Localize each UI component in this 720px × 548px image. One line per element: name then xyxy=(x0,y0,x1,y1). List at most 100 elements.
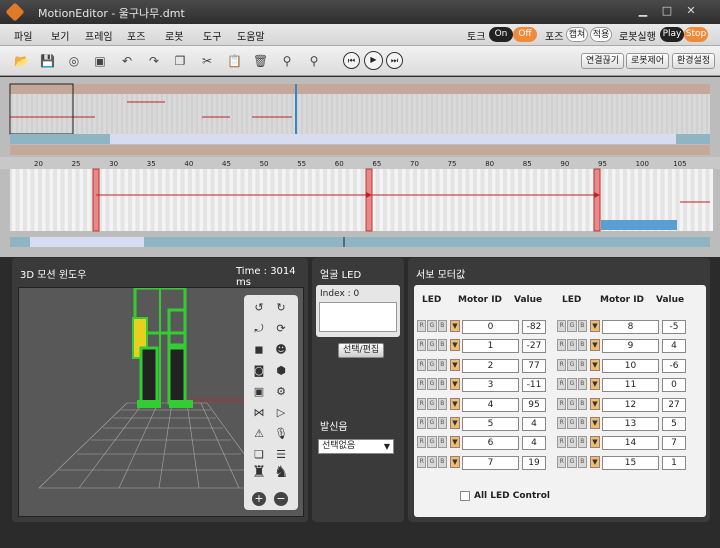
mirror-icon[interactable]: ⋈ xyxy=(252,406,266,420)
motor-id-field[interactable]: 14 xyxy=(602,436,659,451)
motor-value-field[interactable]: -6 xyxy=(662,358,686,373)
robot-front-icon[interactable]: ♜ xyxy=(252,464,266,485)
motor-dropdown-icon[interactable]: ▼ xyxy=(450,417,460,429)
delete-icon[interactable]: 🗑 xyxy=(253,54,268,68)
menu-tools[interactable]: 도구 xyxy=(203,28,221,43)
motor-dropdown-icon[interactable]: ▼ xyxy=(590,339,600,352)
menu-robot[interactable]: 로봇 xyxy=(165,28,183,43)
motor-value-field[interactable]: 95 xyxy=(522,397,546,412)
led-toggle-group[interactable]: RGB xyxy=(417,358,447,371)
motor-id-field[interactable]: 2 xyxy=(462,358,519,373)
motor-value-field[interactable]: 4 xyxy=(522,417,546,431)
motor-id-field[interactable]: 10 xyxy=(602,358,659,373)
warning-icon[interactable]: ⚠ xyxy=(252,427,266,441)
prev-icon[interactable]: ⏮ xyxy=(343,52,360,69)
menu-frame[interactable]: 프레임 xyxy=(85,28,113,43)
robot-side-icon[interactable]: ♞ xyxy=(274,464,288,485)
box-view-icon[interactable]: ◼ xyxy=(252,343,266,357)
stop-toggle[interactable]: Stop xyxy=(684,27,708,42)
motor-id-field[interactable]: 3 xyxy=(462,378,519,393)
motor-dropdown-icon[interactable]: ▼ xyxy=(590,397,600,410)
pose-apply-button[interactable]: 적용 xyxy=(590,27,612,42)
camera-icon[interactable]: ◙ xyxy=(252,364,266,378)
menu-view[interactable]: 보기 xyxy=(51,28,69,43)
timeline-canvas[interactable]: 20 25 30 35 40 45 50 55 60 65 70 75 80 85 90 95 100 105 xyxy=(0,77,720,257)
led-toggle-group[interactable]: RGB xyxy=(557,358,587,371)
motor-value-field[interactable]: 7 xyxy=(662,436,686,451)
motor-value-field[interactable]: -27 xyxy=(522,339,546,354)
minimize-button[interactable]: ▁ xyxy=(632,3,654,20)
torque-off-toggle[interactable]: Off xyxy=(513,27,537,42)
motor-value-field[interactable]: 19 xyxy=(522,455,546,470)
led-toggle-group[interactable]: RGB xyxy=(557,397,587,410)
led-toggle-group[interactable]: RGB xyxy=(417,436,447,449)
save-icon[interactable]: 💾 xyxy=(40,54,55,68)
led-toggle-group[interactable]: RGB xyxy=(417,339,447,352)
motor-dropdown-icon[interactable]: ▼ xyxy=(590,378,600,391)
motor-value-field[interactable]: 0 xyxy=(662,378,686,393)
rotate-right-icon[interactable]: ↻ xyxy=(274,301,288,315)
robot-control-button[interactable]: 로봇제어 xyxy=(626,53,670,69)
motor-value-field[interactable]: 77 xyxy=(522,358,546,373)
motor-dropdown-icon[interactable]: ▼ xyxy=(590,358,600,371)
motor-dropdown-icon[interactable]: ▼ xyxy=(590,417,600,429)
motor-dropdown-icon[interactable]: ▼ xyxy=(450,436,460,449)
search-icon[interactable]: ⚲ xyxy=(280,54,294,68)
motor-id-field[interactable]: 6 xyxy=(462,436,519,451)
motor-id-field[interactable]: 11 xyxy=(602,378,659,393)
torque-on-toggle[interactable]: On xyxy=(489,27,513,42)
close-button[interactable]: ✕ xyxy=(680,3,702,20)
zoom-icon[interactable]: ⚲ xyxy=(307,54,321,68)
motor-id-field[interactable]: 0 xyxy=(462,320,519,334)
led-toggle-group[interactable]: RGB xyxy=(557,339,587,352)
zoom-out-icon[interactable]: − xyxy=(274,492,288,506)
settings-icon[interactable]: ◎ xyxy=(67,54,81,68)
rotate-y-icon[interactable]: ⟳ xyxy=(274,322,288,336)
zoom-in-icon[interactable]: + xyxy=(252,492,266,506)
motor-id-field[interactable]: 12 xyxy=(602,397,659,412)
led-toggle-group[interactable]: RGB xyxy=(557,417,587,429)
head-view-icon[interactable]: ☻ xyxy=(274,343,288,357)
motor-value-field[interactable]: 27 xyxy=(662,397,686,412)
gear-icon[interactable]: ⚙ xyxy=(274,385,288,399)
motor-dropdown-icon[interactable]: ▼ xyxy=(450,320,460,332)
motor-id-field[interactable]: 4 xyxy=(462,397,519,412)
led-toggle-group[interactable]: RGB xyxy=(557,378,587,391)
page-icon[interactable]: ❏ xyxy=(252,448,266,462)
motor-dropdown-icon[interactable]: ▼ xyxy=(450,339,460,352)
export-icon[interactable]: ▣ xyxy=(93,54,107,68)
frame-icon[interactable]: ▣ xyxy=(252,385,266,399)
motor-id-field[interactable]: 1 xyxy=(462,339,519,354)
motor-dropdown-icon[interactable]: ▼ xyxy=(590,455,600,468)
motor-value-field[interactable]: 4 xyxy=(522,436,546,451)
led-toggle-group[interactable]: RGB xyxy=(557,436,587,449)
motor-id-field[interactable]: 13 xyxy=(602,417,659,431)
play-icon[interactable]: ▶ xyxy=(364,51,383,70)
play-toggle[interactable]: Play xyxy=(660,27,684,42)
rotate-left-icon[interactable]: ↺ xyxy=(252,301,266,315)
blink-select[interactable]: 선택없음 ▼ xyxy=(318,439,394,454)
motor-id-field[interactable]: 15 xyxy=(602,455,659,470)
led-select-button[interactable]: 선택/편집 xyxy=(338,343,385,358)
menu-pose[interactable]: 포즈 xyxy=(127,28,145,43)
led-toggle-group[interactable]: RGB xyxy=(557,320,587,332)
rotate-x-icon[interactable]: ⤾ xyxy=(252,322,266,336)
motor-value-field[interactable]: -82 xyxy=(522,320,546,334)
motor-dropdown-icon[interactable]: ▼ xyxy=(590,320,600,332)
motor-value-field[interactable]: 4 xyxy=(662,339,686,354)
next-icon[interactable]: ⏭ xyxy=(386,52,403,69)
motor-id-field[interactable]: 5 xyxy=(462,417,519,431)
maximize-button[interactable]: □ xyxy=(656,3,678,20)
paste-icon[interactable]: 📋 xyxy=(227,54,242,68)
motor-dropdown-icon[interactable]: ▼ xyxy=(450,358,460,371)
motor-value-field[interactable]: -5 xyxy=(662,320,686,334)
undo-icon[interactable]: ↶ xyxy=(120,54,134,68)
preferences-button[interactable]: 환경설정 xyxy=(672,53,716,69)
pose-capture-button[interactable]: 캡쳐 xyxy=(566,27,588,42)
led-toggle-group[interactable]: RGB xyxy=(417,455,447,468)
copy-frame-icon[interactable]: ❐ xyxy=(173,54,187,68)
motor-dropdown-icon[interactable]: ▼ xyxy=(590,436,600,449)
open-icon[interactable]: 📂 xyxy=(14,54,29,68)
motor-value-field[interactable]: -11 xyxy=(522,378,546,393)
forward-icon[interactable]: ▷ xyxy=(274,406,288,420)
